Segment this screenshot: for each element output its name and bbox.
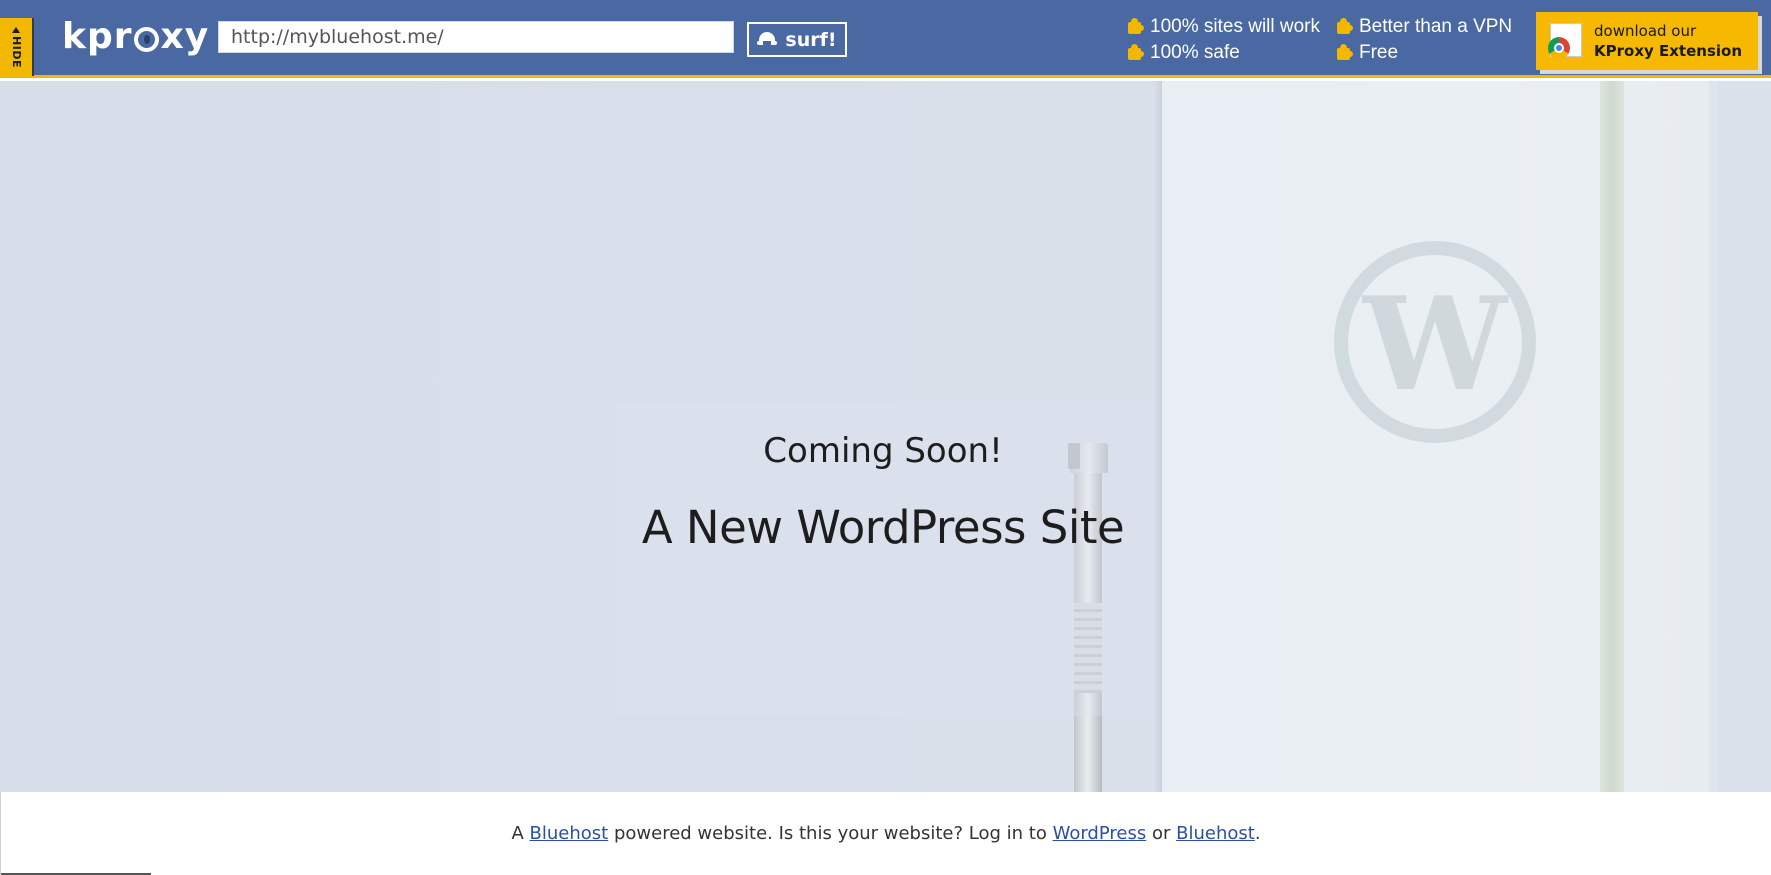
footer-text-or: or <box>1151 823 1171 844</box>
hide-label: HIDE <box>9 35 23 68</box>
kproxy-toolbar: HIDE kprxy surf! 100% sites will work 10… <box>0 0 1771 78</box>
spy-hat-icon <box>757 31 778 48</box>
feature-item: 100% sites will work <box>1126 16 1320 38</box>
puzzle-icon <box>1335 18 1353 36</box>
footer-text-b: powered website. Is this your website? L… <box>613 823 1047 844</box>
arrow-left-icon <box>12 26 21 33</box>
extension-line-1: download our <box>1594 22 1697 40</box>
notebook-edge <box>1709 81 1719 792</box>
logo-text-end: xy <box>160 15 210 57</box>
notebook-elastic-band <box>1600 81 1624 792</box>
wordpress-login-link[interactable]: WordPress <box>1053 823 1147 844</box>
site-title: A New WordPress Site <box>641 501 1125 554</box>
surf-button[interactable]: surf! <box>747 22 847 57</box>
logo-spy-o-icon <box>134 26 160 52</box>
puzzle-icon <box>1335 44 1353 62</box>
logo-text-start: kpr <box>62 15 133 57</box>
hero-background: W Coming Soon! A New WordPress Site <box>0 81 1771 792</box>
feature-list-left: 100% sites will work 100% safe <box>1126 16 1320 64</box>
footer-text-a: A <box>511 823 524 844</box>
feature-label: 100% sites will work <box>1150 16 1320 37</box>
feature-item: Better than a VPN <box>1335 16 1512 38</box>
feature-label: 100% safe <box>1150 42 1240 63</box>
footer-text-end: . <box>1254 823 1261 844</box>
coming-soon-heading: Coming Soon! <box>763 431 1003 471</box>
feature-list-right: Better than a VPN Free <box>1335 16 1512 64</box>
download-extension-button[interactable]: download our KProxy Extension <box>1536 12 1758 70</box>
surf-label: surf! <box>785 28 837 51</box>
kproxy-logo[interactable]: kpr xy <box>62 14 209 58</box>
hide-toolbar-button[interactable]: HIDE <box>0 18 34 76</box>
feature-item: 100% safe <box>1126 42 1320 64</box>
url-input[interactable] <box>218 21 734 53</box>
puzzle-icon <box>1126 44 1144 62</box>
extension-line-2: KProxy Extension <box>1594 42 1742 60</box>
wordpress-logo-icon: W <box>1334 241 1536 443</box>
feature-label: Free <box>1359 42 1399 63</box>
feature-item: Free <box>1335 42 1512 64</box>
bluehost-login-link[interactable]: Bluehost <box>1176 823 1255 844</box>
extension-text: download our KProxy Extension <box>1594 21 1742 61</box>
puzzle-icon <box>1126 18 1144 36</box>
feature-label: Better than a VPN <box>1359 16 1513 37</box>
extension-box-icon <box>1548 23 1584 59</box>
coming-soon-panel: Coming Soon! A New WordPress Site <box>616 403 1150 716</box>
footer: A Bluehost powered website. Is this your… <box>0 792 1771 875</box>
bluehost-link[interactable]: Bluehost <box>530 823 609 844</box>
hide-button-content: HIDE <box>9 26 23 68</box>
